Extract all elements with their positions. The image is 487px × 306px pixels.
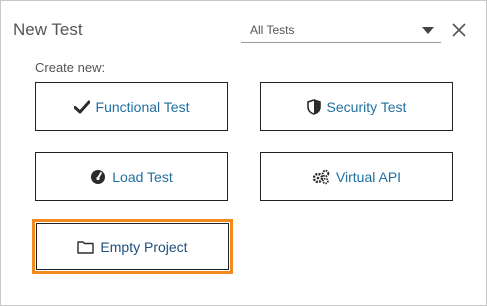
load-test-label: Load Test xyxy=(112,168,173,185)
gauge-icon xyxy=(90,169,106,185)
folder-icon xyxy=(77,240,95,254)
load-test-button[interactable]: Load Test xyxy=(35,152,228,201)
empty-project-inner: Empty Project xyxy=(36,223,229,270)
security-test-button[interactable]: Security Test xyxy=(260,82,453,131)
chevron-down-icon xyxy=(422,27,434,34)
shield-icon xyxy=(306,98,321,115)
dialog-title: New Test xyxy=(13,20,83,39)
create-new-label: Create new: xyxy=(35,60,106,75)
empty-project-label: Empty Project xyxy=(100,238,188,255)
gears-icon xyxy=(312,169,330,185)
empty-project-button[interactable]: Empty Project xyxy=(32,219,233,274)
functional-test-label: Functional Test xyxy=(95,98,190,115)
close-button[interactable] xyxy=(450,21,468,39)
functional-test-button[interactable]: Functional Test xyxy=(35,82,228,131)
virtual-api-label: Virtual API xyxy=(335,168,402,185)
close-icon xyxy=(452,23,466,37)
new-test-dialog: New Test All Tests Create new: Functiona… xyxy=(0,0,487,306)
virtual-api-button[interactable]: Virtual API xyxy=(260,152,453,201)
security-test-label: Security Test xyxy=(326,98,407,115)
checkmark-icon xyxy=(73,100,90,114)
filter-selected-value: All Tests xyxy=(250,23,295,37)
test-type-filter-dropdown[interactable]: All Tests xyxy=(241,19,441,43)
